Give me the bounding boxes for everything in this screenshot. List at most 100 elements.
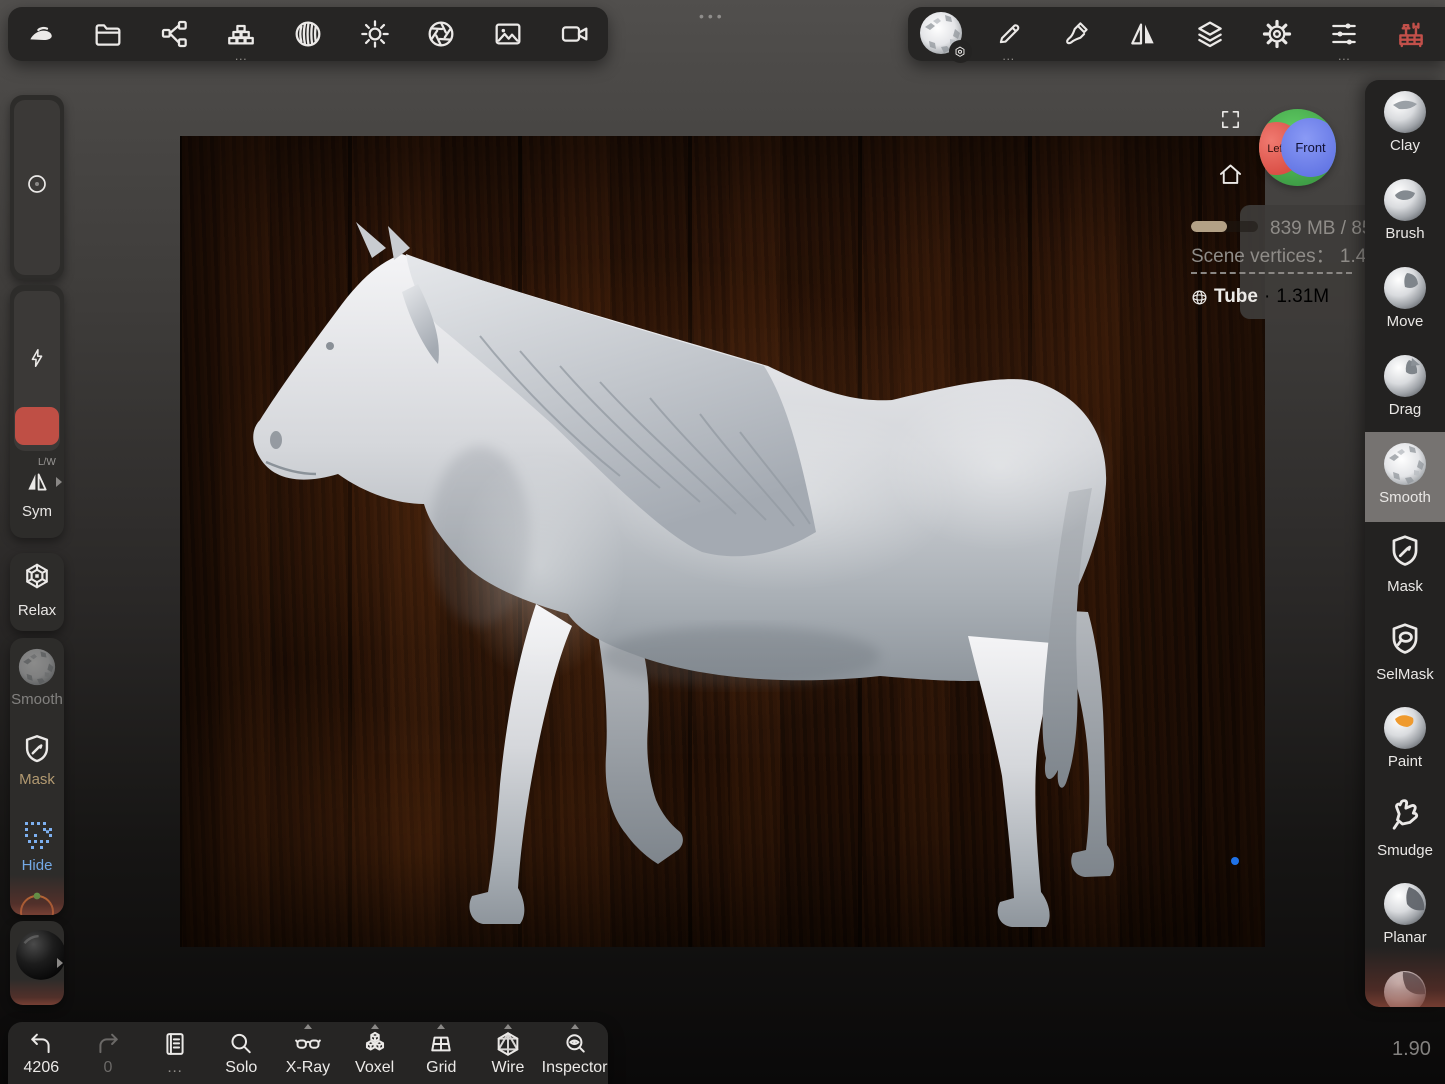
intensity-symmetry-card: L/W Sym: [10, 285, 64, 538]
tool-flatten-partial[interactable]: [1365, 970, 1445, 1007]
symmetry-mirror-icon: [1131, 23, 1154, 45]
tool-planar[interactable]: Planar: [1365, 882, 1445, 946]
files-button[interactable]: [80, 10, 136, 58]
sym-label: Sym: [22, 503, 52, 520]
inspector-button[interactable]: Inspector: [542, 1024, 607, 1082]
toolbox-icon: [1399, 22, 1424, 48]
folder-icon: [95, 24, 121, 46]
settings-button[interactable]: [1249, 10, 1305, 58]
tool-settings-badge[interactable]: [948, 40, 972, 63]
aperture-icon: [428, 21, 454, 47]
sliders-more-dots: …: [1337, 48, 1352, 63]
grid-button[interactable]: Grid: [410, 1024, 472, 1082]
sculpt-viewport[interactable]: [180, 136, 1265, 947]
image-icon: [495, 23, 521, 45]
memory-bar-fill: [1191, 221, 1228, 232]
tool-brush[interactable]: Brush: [1365, 178, 1445, 242]
paint-label: Paint: [1387, 753, 1423, 770]
shortcut-smooth[interactable]: Smooth: [10, 648, 64, 708]
tool-selmask[interactable]: SelMask: [1365, 620, 1445, 683]
smudge-label: Smudge: [1377, 842, 1433, 859]
tool-drag[interactable]: Drag: [1365, 354, 1445, 418]
topology-more-dots: …: [234, 48, 249, 63]
redo-count: 0: [103, 1059, 113, 1076]
inspector-eye-icon: [566, 1034, 585, 1053]
topology-button[interactable]: …: [213, 10, 269, 63]
paint-tool-icon: [1383, 706, 1427, 750]
wire-button[interactable]: Wire: [477, 1024, 539, 1082]
voxel-button[interactable]: Voxel: [344, 1024, 406, 1082]
horse-model[interactable]: [180, 136, 1265, 947]
tool-paint[interactable]: Paint: [1365, 706, 1445, 770]
tool-smudge[interactable]: Smudge: [1365, 794, 1445, 859]
background-image-button[interactable]: [480, 10, 536, 58]
gizmo-tool-icon[interactable]: [17, 888, 57, 915]
symmetry-expand-arrow[interactable]: [56, 477, 62, 487]
multitask-indicator[interactable]: •••: [699, 8, 726, 24]
relax-label: Relax: [17, 602, 57, 619]
mask-shield-icon: [25, 735, 49, 763]
redo-button[interactable]: 0: [77, 1030, 139, 1082]
radius-slider[interactable]: [10, 95, 64, 280]
voxel-label: Voxel: [355, 1059, 395, 1076]
symmetry-button[interactable]: [1115, 10, 1171, 58]
undo-button[interactable]: 4206: [10, 1030, 72, 1082]
object-vertices: 1.31M: [1276, 286, 1330, 307]
tool-smooth[interactable]: Smooth: [1365, 442, 1445, 506]
move-tool-icon: [1383, 266, 1427, 310]
layers-icon: [1198, 21, 1222, 48]
intensity-fill[interactable]: [15, 407, 59, 445]
interface-sliders-button[interactable]: …: [1316, 10, 1372, 63]
fullscreen-icon[interactable]: [1219, 108, 1242, 131]
object-separator: ·: [1263, 286, 1271, 307]
stats-separator: [1191, 272, 1352, 274]
xray-button[interactable]: X-Ray: [277, 1024, 339, 1082]
material-expand-arrow[interactable]: [57, 958, 63, 968]
relax-button[interactable]: Relax: [10, 553, 64, 631]
material-ball-card[interactable]: [10, 921, 64, 1005]
solo-label: Solo: [225, 1059, 258, 1076]
matcap-sphere-icon: [295, 21, 321, 47]
top-right-toolbar: … …: [908, 7, 1445, 63]
home-view-icon[interactable]: [1217, 161, 1244, 188]
tool-shortcuts-card: Smooth Mask Hide: [10, 638, 64, 915]
toolbox-button[interactable]: [1383, 10, 1439, 58]
shortcut-mask[interactable]: Mask: [10, 732, 64, 788]
turntable-button[interactable]: [547, 10, 603, 58]
solo-button[interactable]: Solo: [210, 1030, 272, 1082]
relax-web-icon: [26, 563, 48, 589]
layers-button[interactable]: [1182, 10, 1238, 58]
wire-more-caret: [503, 1024, 512, 1029]
gizmo-front-axis[interactable]: Front: [1281, 118, 1336, 177]
history-button[interactable]: …: [144, 1030, 206, 1082]
clay-label: Clay: [1389, 137, 1420, 154]
nomad-logo-icon: [30, 26, 53, 40]
stroke-button[interactable]: …: [981, 10, 1037, 62]
painting-button[interactable]: [1048, 10, 1104, 58]
solo-magnifier-icon: [231, 1033, 252, 1054]
selmask-tool-icon: [1392, 623, 1418, 654]
orientation-gizmo[interactable]: Left Front: [1259, 109, 1336, 186]
tool-clay[interactable]: Clay: [1365, 90, 1445, 154]
nomad-menu-button[interactable]: [13, 10, 69, 58]
xray-label: X-Ray: [285, 1059, 331, 1076]
grid-label: Grid: [426, 1059, 457, 1076]
active-tool-button[interactable]: [914, 10, 972, 63]
black-sphere-icon: [16, 930, 64, 980]
radius-icon: [28, 175, 46, 193]
drag-tool-icon: [1383, 354, 1427, 398]
tool-mask[interactable]: Mask: [1365, 532, 1445, 595]
clay-tool-icon: [1383, 90, 1427, 134]
object-row[interactable]: Tube · 1.31M: [1191, 286, 1329, 308]
smooth-shortcut-label: Smooth: [11, 691, 63, 708]
hide-shortcut-label: Hide: [21, 857, 53, 874]
wire-sphere-icon: [1192, 290, 1207, 304]
shortcut-hide[interactable]: Hide: [10, 816, 64, 874]
sun-icon: [360, 20, 389, 48]
lighting-button[interactable]: [347, 10, 403, 58]
tool-move[interactable]: Move: [1365, 266, 1445, 330]
postprocess-button[interactable]: [413, 10, 469, 58]
matcap-button[interactable]: [280, 10, 336, 58]
scene-graph-button[interactable]: [147, 10, 203, 58]
redo-icon: [99, 1033, 118, 1054]
